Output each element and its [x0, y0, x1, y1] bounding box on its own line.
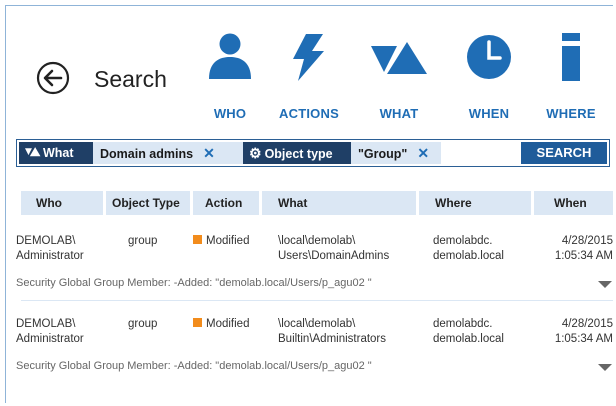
where-host: demolabdc.	[433, 235, 493, 247]
info-icon	[562, 33, 580, 81]
cell-what: \local\demolab\ Users\DomainAdmins	[278, 234, 389, 264]
column-header-what[interactable]: What	[262, 191, 416, 215]
shapes-icon	[25, 147, 41, 157]
column-header-when[interactable]: When	[534, 191, 613, 215]
category-actions-button[interactable]: ACTIONS	[269, 32, 349, 121]
category-who-button[interactable]: WHO	[190, 32, 270, 121]
close-icon[interactable]: ✕	[417, 145, 429, 161]
where-domain: demolab.local	[433, 250, 504, 262]
category-what-label: WHAT	[379, 106, 419, 121]
when-date: 4/28/2015	[561, 318, 613, 330]
cell-action: Modified	[193, 234, 249, 249]
chip-field-what-label: What	[43, 146, 74, 160]
modified-status-square	[193, 235, 202, 244]
category-where-button[interactable]: WHERE	[531, 32, 611, 121]
chevron-down-icon[interactable]	[598, 281, 612, 288]
person-icon	[209, 33, 251, 79]
where-domain: demolab.local	[433, 333, 504, 345]
cell-object-type: group	[128, 318, 158, 330]
what-object: Builtin\Administrators	[278, 333, 387, 345]
cell-object-type: group	[128, 235, 158, 247]
chevron-down-icon[interactable]	[598, 364, 612, 371]
modified-status-square	[193, 318, 202, 327]
who-user: Administrator	[16, 250, 84, 262]
row-divider	[21, 300, 613, 301]
column-header-object-type[interactable]: Object Type	[106, 191, 190, 215]
cell-action: Modified	[193, 317, 249, 332]
cell-when: 4/28/2015 1:05:34 AM	[546, 317, 613, 347]
when-date: 4/28/2015	[561, 235, 613, 247]
cell-when: 4/28/2015 1:05:34 AM	[546, 234, 613, 264]
chip-field-what[interactable]: What	[19, 142, 93, 164]
who-user: Administrator	[16, 333, 84, 345]
what-object: Users\DomainAdmins	[278, 250, 390, 262]
who-domain: DEMOLAB\	[16, 235, 76, 247]
cell-where: demolabdc. demolab.local	[433, 234, 504, 264]
chip-field-object-type-label: Object type	[264, 147, 333, 161]
lightning-icon	[293, 34, 324, 81]
cell-who: DEMOLAB\ Administrator	[16, 317, 84, 347]
cell-what: \local\demolab\ Builtin\Administrators	[278, 317, 386, 347]
shapes-icon	[371, 42, 427, 74]
clock-icon	[467, 35, 511, 79]
chip-field-object-type[interactable]: ⚙ Object type	[243, 142, 351, 164]
column-header-who[interactable]: Who	[21, 191, 103, 215]
what-path: \local\demolab\	[278, 235, 356, 247]
when-time: 1:05:34 AM	[554, 333, 613, 345]
gear-icon: ⚙	[249, 145, 262, 161]
chip-value-group: "Group" ✕	[351, 142, 441, 164]
search-panel: Search WHO ACTIONS WHAT WHEN WHERE What …	[5, 5, 613, 403]
close-icon[interactable]: ✕	[203, 145, 215, 161]
when-time: 1:05:34 AM	[554, 250, 613, 262]
search-bar[interactable]: What Domain admins ✕ ⚙ Object type "Group"…	[16, 139, 610, 167]
what-path: \local\demolab\	[278, 318, 356, 330]
chip-value-text: "Group"	[358, 147, 408, 161]
chip-value-domain-admins: Domain admins ✕	[93, 142, 243, 164]
category-who-label: WHO	[213, 106, 247, 121]
back-arrow-icon[interactable]	[36, 61, 70, 95]
cell-where: demolabdc. demolab.local	[433, 317, 504, 347]
cell-who: DEMOLAB\ Administrator	[16, 234, 84, 264]
search-button[interactable]: SEARCH	[521, 142, 607, 164]
row-detail: Security Global Group Member: -Added: "d…	[16, 277, 372, 289]
column-header-where[interactable]: Where	[419, 191, 531, 215]
category-when-button[interactable]: WHEN	[449, 32, 529, 121]
who-domain: DEMOLAB\	[16, 318, 76, 330]
where-host: demolabdc.	[433, 318, 493, 330]
column-header-action[interactable]: Action	[193, 191, 259, 215]
row-detail: Security Global Group Member: -Added: "d…	[16, 360, 372, 372]
category-actions-label: ACTIONS	[279, 106, 339, 121]
action-text: Modified	[206, 318, 250, 330]
category-where-label: WHERE	[546, 106, 596, 121]
action-text: Modified	[206, 235, 250, 247]
category-what-button[interactable]: WHAT	[359, 32, 439, 121]
chip-value-text: Domain admins	[100, 147, 194, 161]
page-title: Search	[94, 66, 167, 92]
category-when-label: WHEN	[468, 106, 510, 121]
